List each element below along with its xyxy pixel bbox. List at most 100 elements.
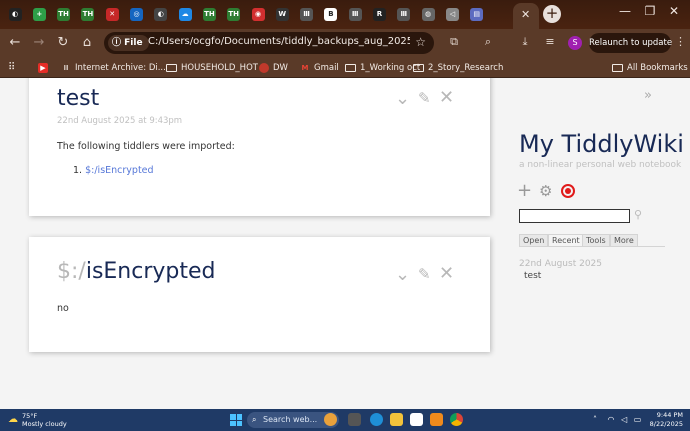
browser-tab[interactable]: TH [200, 4, 218, 24]
tiddler-title[interactable]: $:/isEncrypted [57, 259, 216, 284]
browser-tab[interactable]: ✕ [103, 4, 121, 24]
clock-time: 9:44 PM [656, 411, 683, 419]
restore-icon[interactable]: ❐ [640, 4, 660, 18]
browser-tab[interactable]: B [322, 4, 340, 24]
home-icon[interactable]: ⌂ [78, 34, 96, 52]
browser-tab[interactable]: TH [55, 4, 73, 24]
browser-tab[interactable]: Ⅲ [346, 4, 364, 24]
new-tab-button[interactable]: + [543, 5, 561, 23]
plus-circle-icon: + [32, 7, 46, 21]
reload-icon[interactable]: ↻ [54, 34, 72, 52]
windows-start-icon[interactable] [230, 414, 242, 426]
search-icon[interactable]: ⚲ [634, 208, 642, 221]
bookmark-gmail[interactable]: M Gmail [300, 61, 339, 75]
browser-tab[interactable]: ◉ [249, 4, 267, 24]
tiddler-test: test 22nd August 2025 at 9:43pm The foll… [29, 78, 490, 216]
isencrypted-link[interactable]: $:/isEncrypted [85, 165, 153, 176]
chevron-down-icon[interactable]: ⌄ [395, 266, 410, 284]
edit-pencil-icon[interactable]: ✎ [418, 265, 431, 283]
system-tray[interactable]: ˄ ◠ ◁ ▭ [593, 415, 641, 424]
edit-pencil-icon[interactable]: ✎ [418, 89, 431, 107]
search-highlight-icon [324, 413, 337, 426]
screenshot-search-icon[interactable]: ⌕ [480, 35, 496, 49]
bookmark-working-oct[interactable]: 1_Working oct [345, 61, 420, 75]
profile-avatar[interactable]: S [568, 36, 582, 50]
double-chevron-right-icon[interactable]: » [644, 88, 652, 103]
vlc-icon[interactable] [430, 413, 443, 426]
chevron-down-icon[interactable]: ⌄ [395, 90, 410, 108]
browser-tab[interactable]: Ⅲ [395, 4, 413, 24]
bookmark-label: DW [273, 63, 288, 73]
close-tab-icon[interactable]: ✕ [521, 8, 530, 21]
document-icon: ▤ [470, 7, 484, 21]
url-text[interactable]: C:/Users/ocgfo/Documents/tiddly_backups_… [148, 36, 410, 47]
browser-tab[interactable]: TH [225, 4, 243, 24]
chrome-icon[interactable] [450, 413, 463, 426]
wifi-icon[interactable]: ◠ [608, 415, 615, 424]
tiddler-modified-date: 22nd August 2025 at 9:43pm [57, 116, 183, 126]
volume-icon[interactable]: ◁ [621, 415, 627, 424]
b-logo-icon: B [324, 7, 338, 21]
edge-browser-icon[interactable] [370, 413, 383, 426]
bookmark-all-bookmarks[interactable]: All Bookmarks [612, 61, 688, 75]
browser-tab[interactable]: TH [79, 4, 97, 24]
tiddler-title[interactable]: test [57, 86, 99, 111]
site-chip-label: File [124, 38, 143, 48]
save-wiki-icon[interactable] [561, 184, 575, 198]
browser-tab[interactable]: ◎ [128, 4, 146, 24]
browser-tab[interactable]: R [371, 4, 389, 24]
sidebar: » My TiddlyWiki a non-linear personal we… [500, 78, 690, 409]
relaunch-button[interactable]: Relaunch to update [589, 33, 672, 53]
browser-tab[interactable]: ◍ [419, 4, 437, 24]
browser-menu-icon[interactable]: ⋮ [675, 35, 686, 48]
bookmark-internet-archive[interactable]: Ⅲ Internet Archive: Di... [61, 61, 166, 75]
browser-tab[interactable]: ◁ [443, 4, 461, 24]
bookmark-label: HOUSEHOLD_HOT [181, 63, 258, 73]
taskbar-clock[interactable]: 9:44 PM 8/22/2025 [647, 411, 683, 429]
apps-grid-icon[interactable]: ⠿ [8, 61, 15, 75]
browser-tab[interactable]: ▤ [468, 4, 486, 24]
r-logo-icon: R [373, 7, 386, 21]
bookmark-youtube[interactable]: ▶ [38, 61, 48, 75]
tiddlywiki-page: test 22nd August 2025 at 9:43pm The foll… [0, 78, 690, 409]
file-explorer-icon[interactable] [390, 413, 403, 426]
close-icon[interactable]: ✕ [439, 265, 454, 283]
close-icon[interactable]: ✕ [439, 89, 454, 107]
weather-widget[interactable]: ☁ 75°F Mostly cloudy [8, 412, 67, 428]
battery-icon[interactable]: ▭ [634, 415, 642, 424]
bookmark-star-icon[interactable]: ☆ [415, 35, 426, 49]
address-bar[interactable]: ⓘ File C:/Users/ocgfo/Documents/tiddly_b… [104, 32, 434, 54]
download-icon[interactable]: ⤓ [517, 35, 533, 49]
browser-tab[interactable]: ◐ [152, 4, 170, 24]
notepad-icon[interactable] [410, 413, 423, 426]
browser-tab[interactable]: + [30, 4, 48, 24]
back-arrow-icon[interactable]: ← [6, 34, 24, 52]
task-view-icon[interactable] [348, 413, 361, 426]
archive-icon: Ⅲ [397, 7, 411, 21]
media-queue-icon[interactable]: ≡ [542, 35, 558, 48]
recent-tiddler-link[interactable]: test [524, 271, 541, 281]
bookmark-label: All Bookmarks [627, 63, 688, 73]
search-input[interactable] [519, 209, 630, 223]
browser-tab[interactable]: ◐ [6, 4, 24, 24]
search-icon: ⌕ [252, 415, 257, 424]
forward-arrow-icon[interactable]: → [30, 34, 48, 52]
site-title: My TiddlyWiki [519, 130, 684, 158]
gear-icon[interactable]: ⚙ [539, 182, 552, 200]
bookmark-story-research[interactable]: 2_Story_Research [413, 61, 503, 75]
close-window-icon[interactable]: ✕ [664, 4, 684, 18]
browser-tab[interactable]: ☁ [176, 4, 194, 24]
site-info-chip[interactable]: ⓘ File [108, 35, 149, 51]
browser-tab[interactable]: Ⅲ [298, 4, 316, 24]
chevron-up-icon[interactable]: ˄ [593, 415, 597, 424]
new-tiddler-plus-icon[interactable]: + [517, 180, 532, 201]
extensions-icon[interactable]: ⧉ [446, 35, 462, 49]
browser-tab[interactable]: W [273, 4, 291, 24]
minimize-icon[interactable]: — [615, 4, 635, 18]
archive-icon: Ⅲ [300, 7, 314, 21]
bookmark-dw[interactable]: DW [259, 61, 288, 75]
archive-icon: Ⅲ [348, 7, 362, 21]
bookmark-household-hot[interactable]: HOUSEHOLD_HOT [166, 61, 258, 75]
windows-taskbar: ☁ 75°F Mostly cloudy ⌕ Search web... ˄ ◠… [0, 409, 690, 431]
w-logo-icon: W [275, 7, 289, 21]
